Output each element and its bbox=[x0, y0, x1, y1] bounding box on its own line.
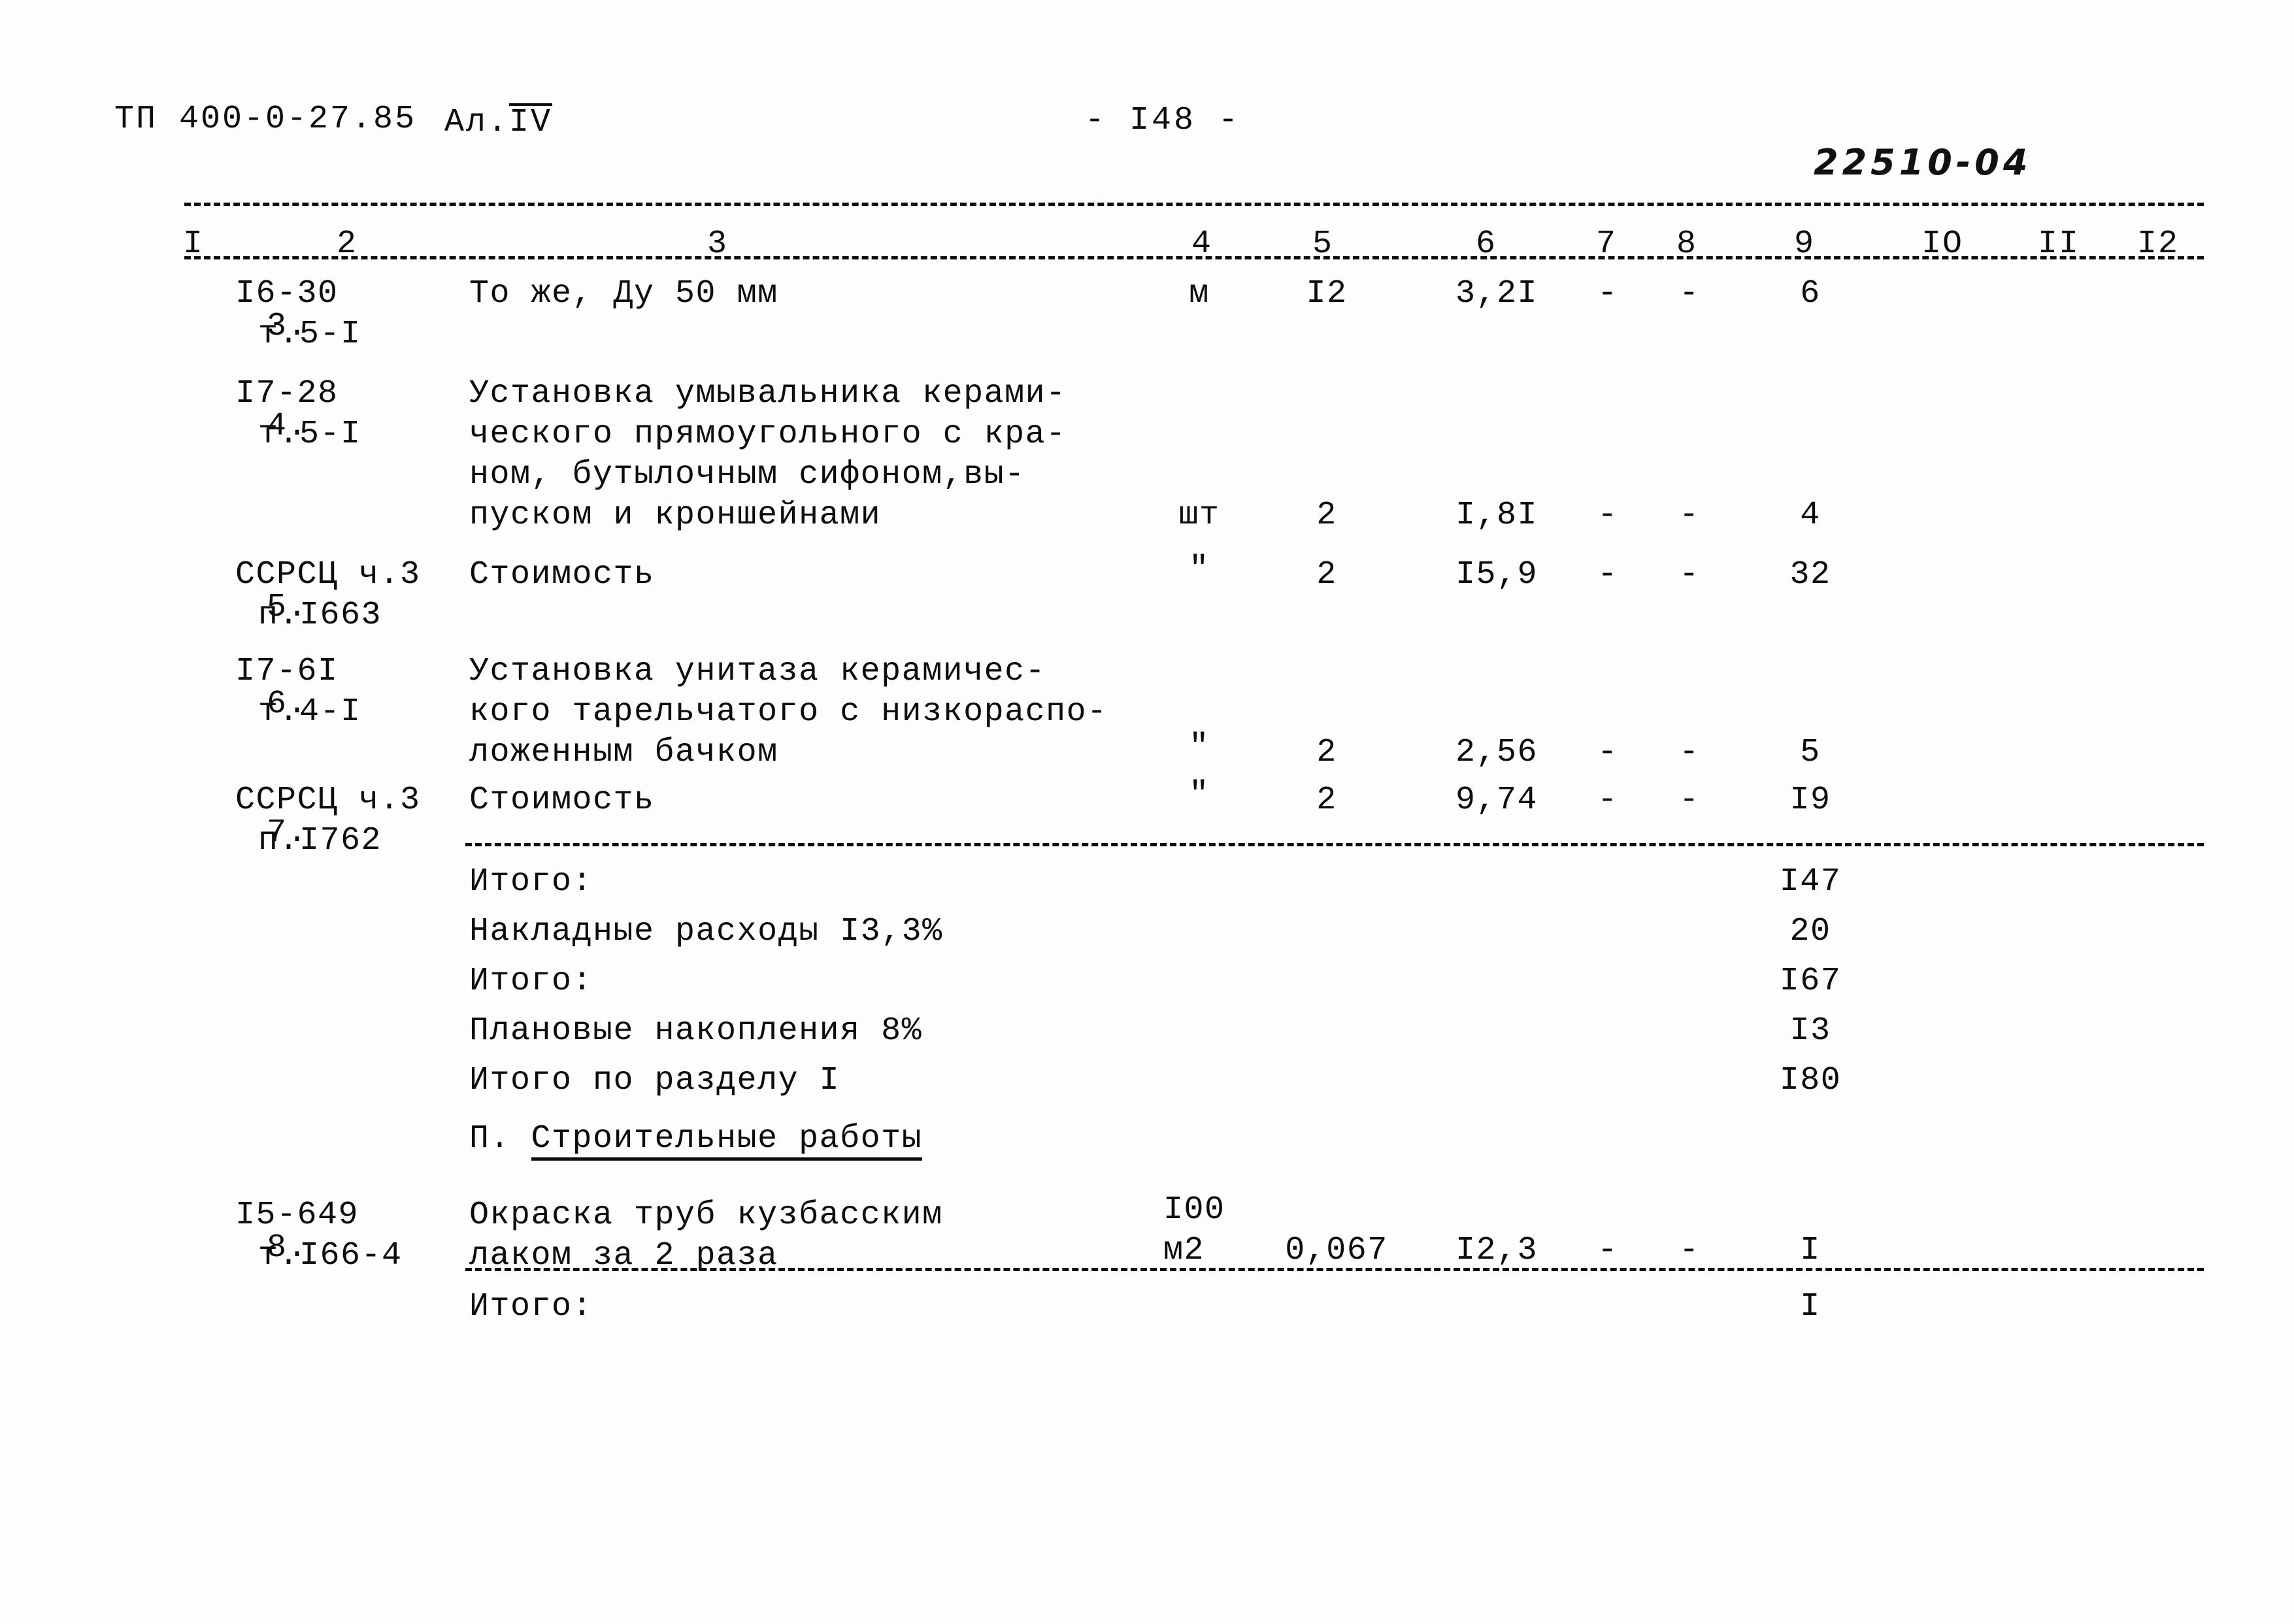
row-unit: " bbox=[1189, 776, 1210, 814]
row-qty: 2 bbox=[1316, 497, 1337, 534]
row-8-separator-rule bbox=[465, 1268, 2204, 1271]
row-code-line-1: I7-28 bbox=[235, 375, 339, 412]
row-description-line: ложенным бачком bbox=[469, 734, 778, 771]
row-price: 2,56 bbox=[1455, 734, 1538, 771]
row-code-line-2: п.I663 bbox=[258, 597, 382, 634]
row-col7: - bbox=[1597, 782, 1618, 819]
row-code-line-2: т.5-I bbox=[258, 316, 361, 353]
totals-label: Плановые накопления 8% bbox=[469, 1012, 923, 1050]
row-description-line: Установка умывальника керами- bbox=[469, 375, 1067, 412]
row-col9: 6 bbox=[1800, 275, 1821, 312]
row-unit: " bbox=[1189, 729, 1210, 766]
totals-value: I80 bbox=[1779, 1062, 1842, 1099]
table-header-rule bbox=[184, 256, 2204, 259]
totals-value: I bbox=[1800, 1288, 1821, 1325]
row-col9: 4 bbox=[1800, 497, 1821, 534]
row-code-line-1: I7-6I bbox=[235, 653, 339, 690]
row-unit: м bbox=[1189, 275, 1210, 312]
row-col8: - bbox=[1679, 275, 1700, 312]
album-label: Ал.IV bbox=[444, 103, 553, 141]
row-unit-line-2: м2 bbox=[1163, 1232, 1205, 1269]
row-code-line-2: т.5-I bbox=[258, 416, 361, 453]
row-code-line-1: I5-649 bbox=[235, 1197, 359, 1234]
section-heading-title: Строительные работы bbox=[531, 1123, 923, 1161]
totals-value: I67 bbox=[1779, 963, 1842, 1000]
row-code-line-1: ССРСЦ ч.3 bbox=[235, 782, 421, 819]
row-col7: - bbox=[1597, 556, 1618, 593]
row-col7: - bbox=[1597, 1232, 1618, 1269]
row-price: 3,2I bbox=[1455, 275, 1538, 312]
row-col7: - bbox=[1597, 734, 1618, 771]
totals-label: Итого по разделу I bbox=[469, 1062, 840, 1099]
totals-label: Итого: bbox=[469, 1288, 593, 1325]
totals-label: Итого: bbox=[469, 963, 593, 1000]
row-qty: 2 bbox=[1316, 556, 1337, 593]
row-qty: 2 bbox=[1316, 734, 1337, 771]
row-description-line: пуском и кроншейнами bbox=[469, 497, 882, 534]
row-code-line-1: I6-30 bbox=[235, 275, 339, 312]
row-price: I5,9 bbox=[1455, 556, 1538, 593]
row-description-line: ческого прямоугольного с кра- bbox=[469, 416, 1067, 453]
album-prefix: Ал. bbox=[444, 104, 510, 141]
row-price: 9,74 bbox=[1455, 782, 1538, 819]
row-col8: - bbox=[1679, 1232, 1700, 1269]
row-description-line: Стоимость bbox=[469, 782, 655, 819]
row-col7: - bbox=[1597, 497, 1618, 534]
section-heading: П. Строительные работы bbox=[469, 1120, 923, 1161]
row-qty: I2 bbox=[1306, 275, 1348, 312]
totals-value: I3 bbox=[1789, 1012, 1831, 1050]
row-col9: I9 bbox=[1789, 782, 1831, 819]
row-col9: I bbox=[1800, 1232, 1821, 1269]
row-code-line-2: т.I66-4 bbox=[258, 1237, 403, 1274]
totals-separator-rule bbox=[465, 843, 2204, 846]
row-description-line: кого тарельчатого с низкораспо- bbox=[469, 693, 1108, 731]
row-qty: 0,067 bbox=[1285, 1232, 1388, 1269]
row-description-line: Окраска труб кузбасским bbox=[469, 1197, 943, 1234]
totals-value: I47 bbox=[1779, 863, 1842, 901]
row-description-line: То же, Ду 50 мм bbox=[469, 275, 778, 312]
row-col9: 32 bbox=[1789, 556, 1831, 593]
row-col9: 5 bbox=[1800, 734, 1821, 771]
row-description-line: Стоимость bbox=[469, 556, 655, 593]
row-unit-line-1: I00 bbox=[1163, 1191, 1225, 1229]
row-price: I,8I bbox=[1455, 497, 1538, 534]
row-unit: шт bbox=[1178, 497, 1220, 534]
row-col7: - bbox=[1597, 275, 1618, 312]
totals-value: 20 bbox=[1789, 913, 1831, 950]
page-number: - I48 - bbox=[1085, 102, 1241, 139]
document-page: ТП 400-0-27.85 Ал.IV - I48 - 22510-04 I … bbox=[0, 0, 2294, 1624]
row-unit: " bbox=[1189, 551, 1210, 588]
row-price: I2,3 bbox=[1455, 1232, 1538, 1269]
row-code-line-2: п.I762 bbox=[258, 822, 382, 859]
row-qty: 2 bbox=[1316, 782, 1337, 819]
row-code-line-2: т.4-I bbox=[258, 693, 361, 731]
row-col8: - bbox=[1679, 497, 1700, 534]
row-col8: - bbox=[1679, 556, 1700, 593]
totals-label: Накладные расходы I3,3% bbox=[469, 913, 943, 950]
row-description-line: ном, бутылочным сифоном,вы- bbox=[469, 456, 1025, 493]
row-col8: - bbox=[1679, 734, 1700, 771]
handwritten-archive-code: 22510-04 bbox=[1814, 142, 2032, 183]
album-roman-numeral: IV bbox=[509, 103, 553, 141]
table-top-rule bbox=[184, 203, 2204, 206]
row-description-line: Установка унитаза керамичес- bbox=[469, 653, 1046, 690]
totals-label: Итого: bbox=[469, 863, 593, 901]
section-heading-number: П. bbox=[469, 1120, 511, 1157]
row-code-line-1: ССРСЦ ч.3 bbox=[235, 556, 421, 593]
document-code: ТП 400-0-27.85 bbox=[114, 101, 417, 138]
row-col8: - bbox=[1679, 782, 1700, 819]
